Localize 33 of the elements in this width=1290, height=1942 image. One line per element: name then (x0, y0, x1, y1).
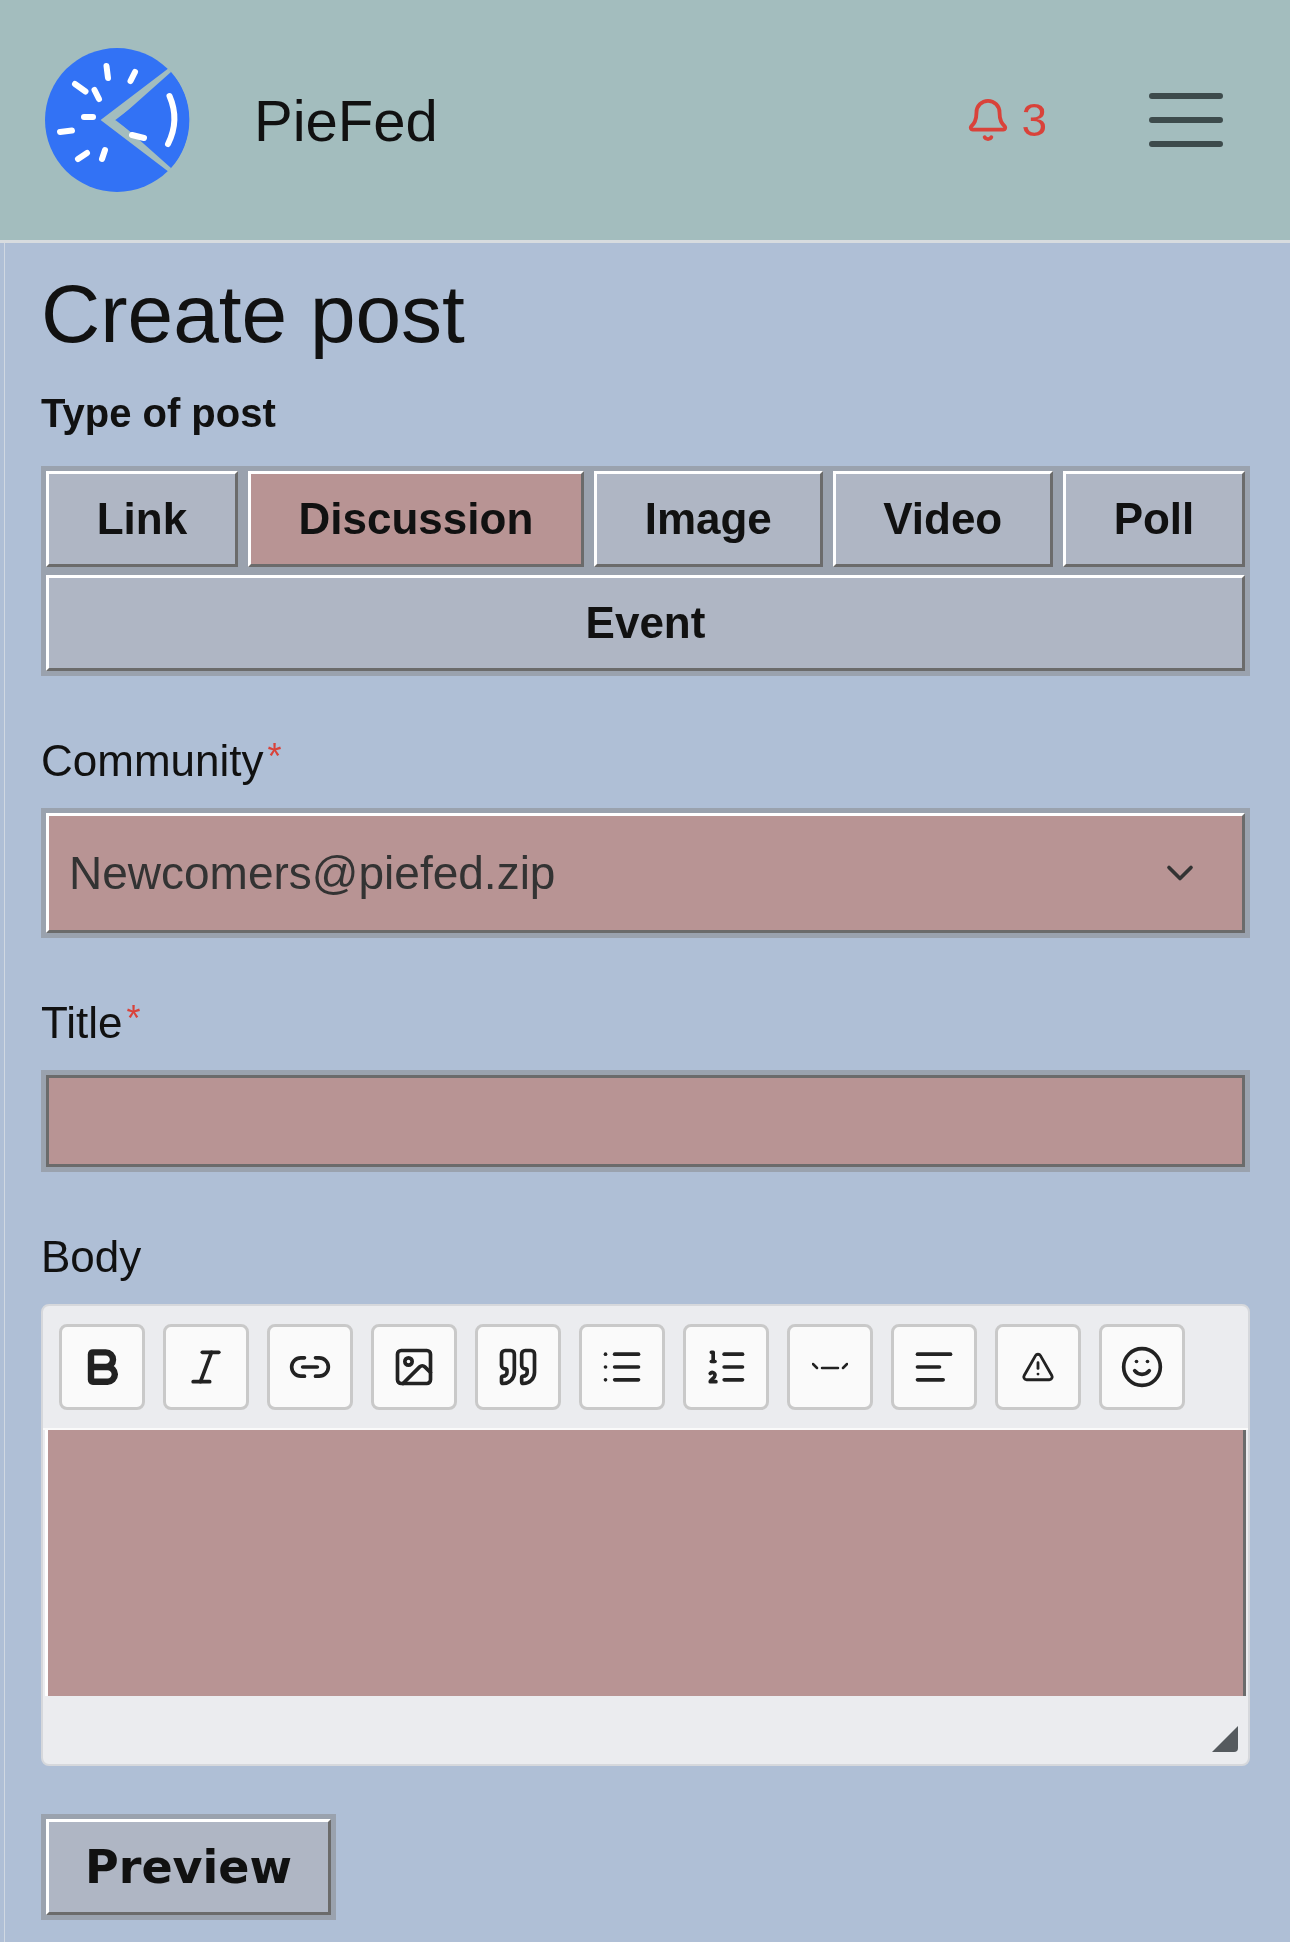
required-mark: * (126, 998, 141, 1040)
image-button[interactable] (371, 1324, 457, 1410)
post-type-tab[interactable]: Event (46, 575, 1245, 671)
logo-icon[interactable] (42, 45, 192, 195)
site-name[interactable]: PieFed (254, 86, 904, 154)
community-label: Community (41, 736, 264, 786)
bold-button[interactable] (59, 1324, 145, 1410)
smiley-icon (1120, 1345, 1164, 1389)
post-type-tab[interactable]: Discussion (247, 471, 584, 567)
resize-handle-icon[interactable] (1210, 1724, 1240, 1754)
link-button[interactable] (267, 1324, 353, 1410)
body-label: Body (41, 1232, 143, 1282)
post-type-tab[interactable]: Poll (1062, 471, 1246, 567)
warning-icon (1021, 1350, 1055, 1384)
numbered-list-button[interactable] (683, 1324, 769, 1410)
required-mark: * (267, 736, 282, 778)
quote-button[interactable] (475, 1324, 561, 1410)
smiley-button[interactable] (1099, 1324, 1185, 1410)
preview-button[interactable]: Preview (46, 1819, 332, 1915)
page-title: Create post (41, 267, 466, 361)
post-type-tab[interactable]: Image (594, 471, 823, 567)
post-type-tab[interactable]: Video (832, 471, 1053, 567)
align-left-button[interactable] (891, 1324, 977, 1410)
menu-icon[interactable] (1149, 92, 1223, 148)
title-input[interactable] (41, 1070, 1250, 1172)
horizontal-rule-icon (812, 1362, 848, 1372)
bullet-list-button[interactable] (579, 1324, 665, 1410)
warning-button[interactable] (995, 1324, 1081, 1410)
italic-button[interactable] (163, 1324, 249, 1410)
post-type-label: Type of post (41, 391, 277, 436)
post-type-tab[interactable]: Link (46, 471, 238, 567)
community-select[interactable]: Newcomers@piefed.zip (41, 808, 1250, 938)
title-label: Title (41, 998, 123, 1048)
